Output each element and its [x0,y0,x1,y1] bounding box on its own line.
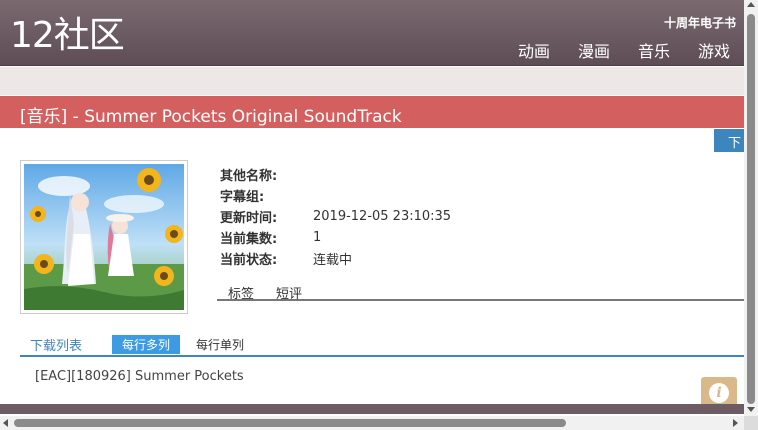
tab-multi-column[interactable]: 每行多列 [112,335,181,354]
cover-artwork [24,164,184,310]
info-value: 1 [313,230,322,245]
info-panel: 其他名称: 字幕组: 更新时间: 2019-12-05 23:10:35 当前集… [220,164,451,269]
vertical-scroll-thumb[interactable] [747,14,755,404]
download-button[interactable]: 下 [714,129,744,152]
info-row-episodes: 当前集数: 1 [220,227,451,248]
info-key: 当前状态: [220,253,278,268]
info-key: 其他名称: [220,169,278,184]
download-item[interactable]: [EAC][180926] Summer Pockets [35,369,244,384]
page: 12社区 十周年电子书 动画 漫画 音乐 游戏 [音乐] - Summer Po… [0,0,758,430]
info-row-subgroup: 字幕组: [220,185,451,206]
info-row-updated: 更新时间: 2019-12-05 23:10:35 [220,206,451,227]
info-key: 更新时间: [220,211,278,226]
title-bar: [音乐] - Summer Pockets Original SoundTrac… [0,96,744,128]
tab-reviews[interactable]: 短评 [265,281,313,302]
download-tabs: 下载列表 每行多列 每行单列 [20,334,744,357]
tab-tags[interactable]: 标签 [217,281,265,302]
cover-image[interactable] [20,160,188,314]
info-row-status: 当前状态: 连载中 [220,248,451,269]
info-key: 字幕组: [220,190,265,205]
page-title: [音乐] - Summer Pockets Original SoundTrac… [20,107,402,127]
download-list-label: 下载列表 [30,339,83,354]
info-row-alt-name: 其他名称: [220,164,451,185]
scroll-up-icon[interactable] [747,2,755,7]
site-header: 12社区 十周年电子书 动画 漫画 音乐 游戏 [0,0,744,66]
scrollbar-corner [744,416,758,430]
scroll-down-icon[interactable] [747,407,755,412]
detail-tabs: 标签 短评 [217,281,744,302]
horizontal-scrollbar[interactable] [0,416,744,430]
info-icon: i [709,383,729,403]
info-key: 当前集数: [220,232,278,247]
nav-anime[interactable]: 动画 [518,38,550,62]
tab-single-column[interactable]: 每行单列 [186,335,254,354]
horizontal-scroll-thumb[interactable] [14,419,566,427]
site-logo[interactable]: 12社区 [10,14,125,58]
footer-band [0,404,744,414]
info-value: 连载中 [313,253,353,268]
scroll-right-icon[interactable] [733,419,738,427]
subheader-strip [0,67,744,95]
scroll-left-icon[interactable] [3,419,8,427]
vertical-scrollbar[interactable] [744,0,758,416]
info-value: 2019-12-05 23:10:35 [313,209,452,224]
anniversary-link[interactable]: 十周年电子书 [664,14,736,31]
nav-games[interactable]: 游戏 [698,38,730,62]
nav-music[interactable]: 音乐 [638,38,670,62]
main-nav: 动画 漫画 音乐 游戏 [518,38,730,62]
nav-manga[interactable]: 漫画 [578,38,610,62]
